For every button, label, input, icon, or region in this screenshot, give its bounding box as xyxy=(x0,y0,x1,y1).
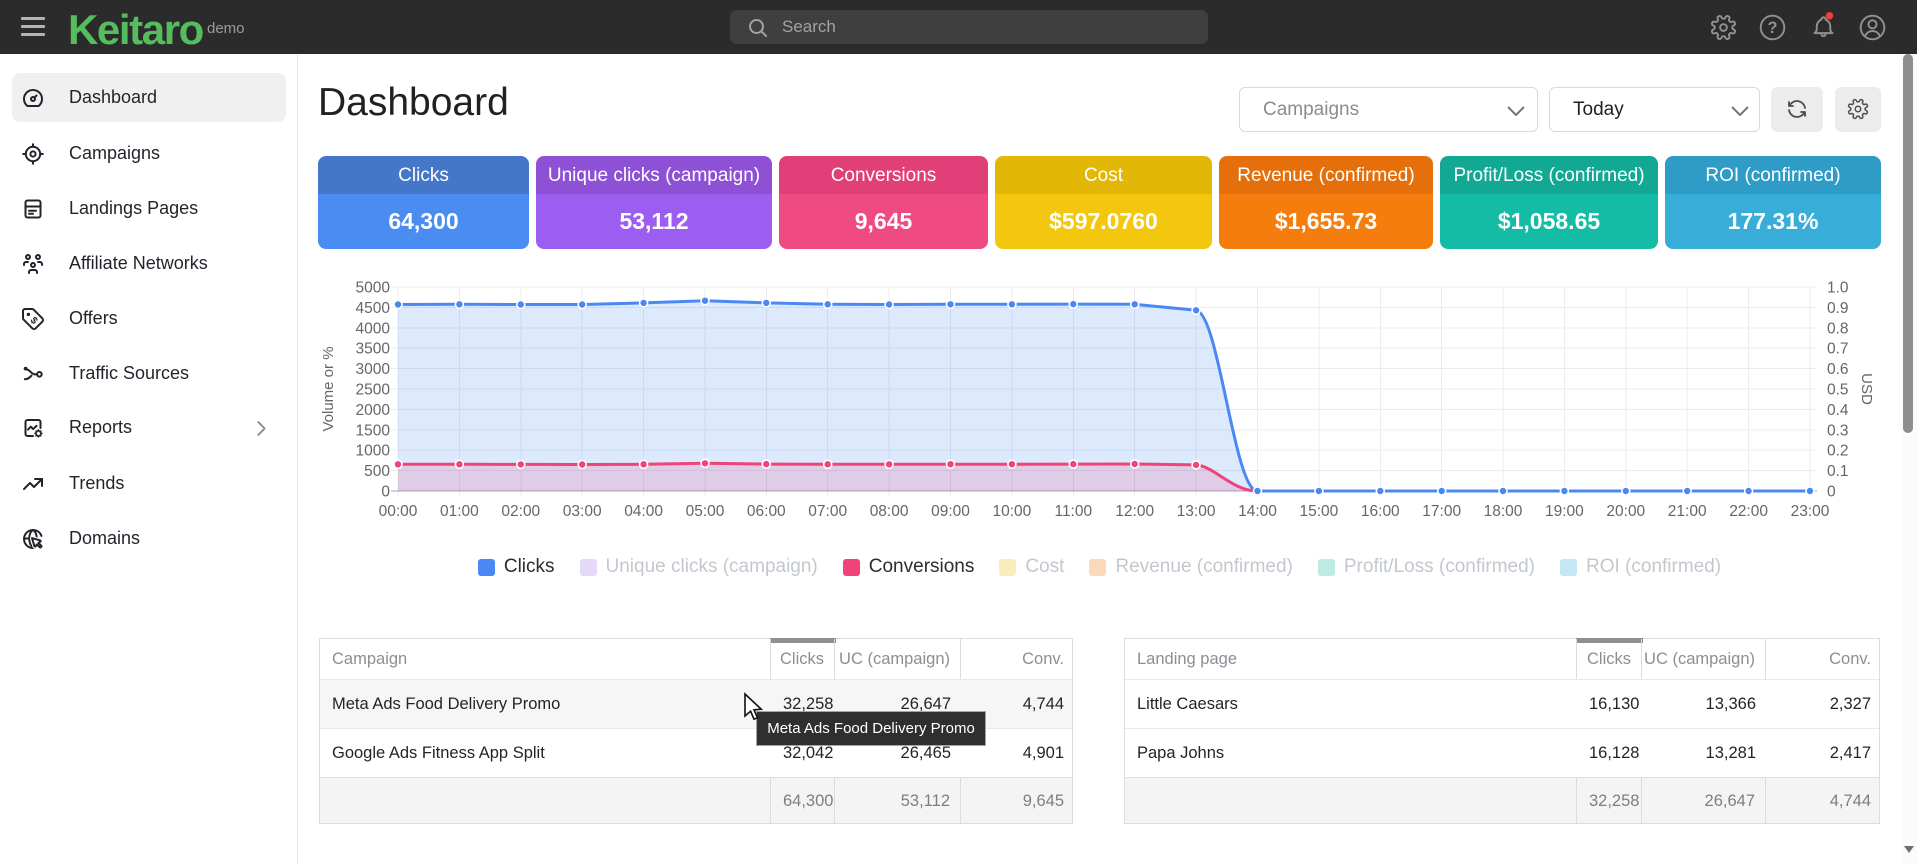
svg-text:0.3: 0.3 xyxy=(1827,422,1849,439)
svg-text:4500: 4500 xyxy=(356,300,391,317)
svg-text:10:00: 10:00 xyxy=(993,503,1032,520)
svg-text:21:00: 21:00 xyxy=(1668,503,1707,520)
svg-text:500: 500 xyxy=(364,463,390,480)
svg-text:15:00: 15:00 xyxy=(1300,503,1339,520)
svg-text:0.8: 0.8 xyxy=(1827,320,1849,337)
svg-text:03:00: 03:00 xyxy=(563,503,602,520)
svg-text:2500: 2500 xyxy=(356,382,391,399)
svg-text:01:00: 01:00 xyxy=(440,503,479,520)
svg-text:13:00: 13:00 xyxy=(1177,503,1216,520)
svg-text:06:00: 06:00 xyxy=(747,503,786,520)
svg-text:0.4: 0.4 xyxy=(1827,402,1849,419)
svg-text:4000: 4000 xyxy=(356,320,391,337)
svg-text:16:00: 16:00 xyxy=(1361,503,1400,520)
svg-text:14:00: 14:00 xyxy=(1238,503,1277,520)
svg-text:17:00: 17:00 xyxy=(1422,503,1461,520)
svg-text:02:00: 02:00 xyxy=(501,503,540,520)
svg-text:1.0: 1.0 xyxy=(1827,280,1849,297)
svg-text:09:00: 09:00 xyxy=(931,503,970,520)
svg-text:?: ? xyxy=(1768,19,1778,37)
svg-text:19:00: 19:00 xyxy=(1545,503,1584,520)
svg-text:20:00: 20:00 xyxy=(1606,503,1645,520)
svg-text:0.1: 0.1 xyxy=(1827,463,1849,480)
svg-text:0: 0 xyxy=(1827,484,1836,501)
svg-text:18:00: 18:00 xyxy=(1484,503,1523,520)
svg-text:1000: 1000 xyxy=(356,443,391,460)
svg-text:00:00: 00:00 xyxy=(379,503,418,520)
svg-text:5000: 5000 xyxy=(356,280,391,297)
svg-text:12:00: 12:00 xyxy=(1115,503,1154,520)
svg-text:11:00: 11:00 xyxy=(1054,503,1092,520)
svg-text:3500: 3500 xyxy=(356,341,391,358)
svg-text:22:00: 22:00 xyxy=(1729,503,1768,520)
svg-text:2000: 2000 xyxy=(356,402,391,419)
svg-text:07:00: 07:00 xyxy=(808,503,847,520)
svg-text:0: 0 xyxy=(381,484,390,501)
svg-text:3000: 3000 xyxy=(356,361,391,378)
svg-text:0.2: 0.2 xyxy=(1827,443,1849,460)
svg-text:USD: USD xyxy=(1858,373,1875,405)
svg-text:1500: 1500 xyxy=(356,422,391,439)
svg-text:05:00: 05:00 xyxy=(686,503,725,520)
svg-text:0.7: 0.7 xyxy=(1827,341,1849,358)
svg-text:0.6: 0.6 xyxy=(1827,361,1849,378)
svg-text:08:00: 08:00 xyxy=(870,503,909,520)
svg-text:Volume or %: Volume or % xyxy=(320,346,337,431)
svg-text:0.5: 0.5 xyxy=(1827,382,1849,399)
svg-text:23:00: 23:00 xyxy=(1791,503,1830,520)
svg-text:04:00: 04:00 xyxy=(624,503,663,520)
svg-text:0.9: 0.9 xyxy=(1827,300,1849,317)
